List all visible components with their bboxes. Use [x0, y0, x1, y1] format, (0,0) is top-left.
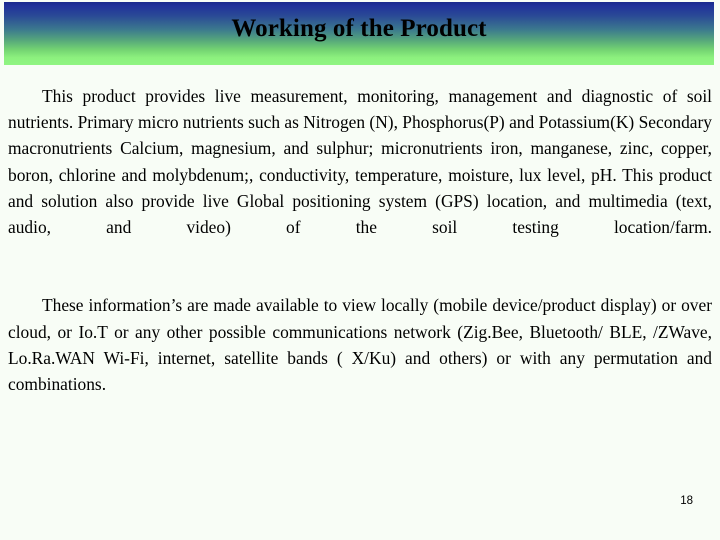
slide: Working of the Product This product prov…	[0, 0, 720, 540]
body-paragraph-2: These information’s are made available t…	[8, 295, 712, 395]
page-number: 18	[680, 494, 693, 507]
slide-body: This product provides live measurement, …	[8, 83, 712, 423]
body-paragraph-1: This product provides live measurement, …	[8, 86, 712, 238]
page-title: Working of the Product	[231, 15, 487, 42]
title-gradient-band: Working of the Product	[4, 2, 714, 65]
